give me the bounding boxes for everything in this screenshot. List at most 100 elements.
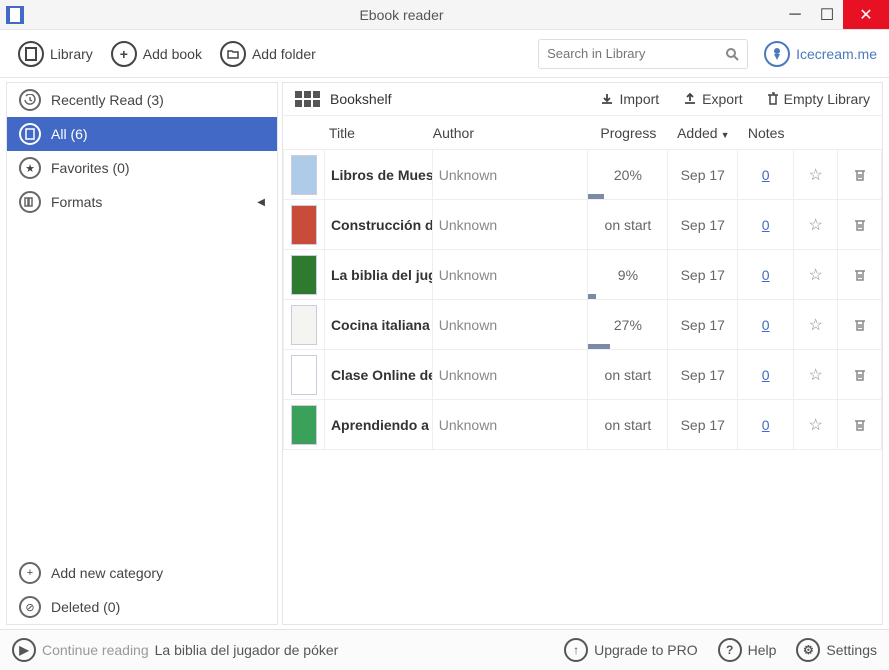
minimize-button[interactable]: ─ xyxy=(779,0,811,29)
content-panel: Bookshelf Import Export Empty Library Ti… xyxy=(282,82,883,625)
upgrade-button[interactable]: ↑ Upgrade to PRO xyxy=(564,638,698,662)
sidebar: Recently Read (3) All (6) ★ Favorites (0… xyxy=(6,82,278,625)
book-notes[interactable]: 0 xyxy=(738,350,794,400)
book-progress: on start xyxy=(588,200,668,250)
upload-icon xyxy=(683,92,697,106)
help-label: Help xyxy=(748,642,777,658)
sidebar-item-label: Recently Read (3) xyxy=(51,92,164,108)
library-button[interactable]: Library xyxy=(12,37,99,71)
settings-button[interactable]: ⚙ Settings xyxy=(796,638,877,662)
book-notes[interactable]: 0 xyxy=(738,200,794,250)
footer: ▶ Continue reading La biblia del jugador… xyxy=(0,630,889,670)
book-thumbnail[interactable] xyxy=(283,250,325,300)
book-added: Sep 17 xyxy=(668,350,738,400)
help-icon: ? xyxy=(718,638,742,662)
book-title[interactable]: Clase Online de xyxy=(325,350,433,400)
book-added: Sep 17 xyxy=(668,400,738,450)
col-notes[interactable]: Notes xyxy=(738,125,794,141)
play-icon: ▶ xyxy=(12,638,36,662)
book-author: Unknown xyxy=(433,150,589,200)
favorite-button[interactable]: ☆ xyxy=(794,200,838,250)
sidebar-item-recently-read[interactable]: Recently Read (3) xyxy=(7,83,277,117)
table-row[interactable]: Libros de MuesUnknown20%Sep 170☆ xyxy=(283,150,882,200)
add-folder-button[interactable]: Add folder xyxy=(214,37,322,71)
favorite-button[interactable]: ☆ xyxy=(794,300,838,350)
search-box[interactable] xyxy=(538,39,748,69)
favorite-button[interactable]: ☆ xyxy=(794,400,838,450)
table-body: Libros de MuesUnknown20%Sep 170☆Construc… xyxy=(283,150,882,450)
delete-button[interactable] xyxy=(838,150,882,200)
col-title[interactable]: Title xyxy=(325,125,433,141)
book-added: Sep 17 xyxy=(668,300,738,350)
search-icon[interactable] xyxy=(725,47,739,61)
toolbar: Library + Add book Add folder Icecream.m… xyxy=(0,30,889,78)
star-icon: ★ xyxy=(19,157,41,179)
book-thumbnail[interactable] xyxy=(283,150,325,200)
book-title[interactable]: La biblia del jug xyxy=(325,250,433,300)
title-bar: Ebook reader ─ ☐ ✕ xyxy=(0,0,889,30)
close-button[interactable]: ✕ xyxy=(843,0,889,29)
add-folder-label: Add folder xyxy=(252,46,316,62)
table-row[interactable]: Construcción deUnknownon startSep 170☆ xyxy=(283,200,882,250)
download-icon xyxy=(600,92,614,106)
book-notes[interactable]: 0 xyxy=(738,400,794,450)
table-row[interactable]: Cocina italianaUnknown27%Sep 170☆ xyxy=(283,300,882,350)
sidebar-item-favorites[interactable]: ★ Favorites (0) xyxy=(7,151,277,185)
favorite-button[interactable]: ☆ xyxy=(794,350,838,400)
trash-icon xyxy=(767,92,779,106)
search-input[interactable] xyxy=(547,46,725,61)
icecream-icon xyxy=(764,41,790,67)
sidebar-item-formats[interactable]: Formats ◀ xyxy=(7,185,277,219)
book-notes[interactable]: 0 xyxy=(738,250,794,300)
delete-button[interactable] xyxy=(838,300,882,350)
book-progress: 27% xyxy=(588,300,668,350)
book-title[interactable]: Construcción de xyxy=(325,200,433,250)
col-author[interactable]: Author xyxy=(433,125,589,141)
book-notes[interactable]: 0 xyxy=(738,300,794,350)
empty-library-button[interactable]: Empty Library xyxy=(767,91,870,107)
continue-reading-button[interactable]: ▶ Continue reading La biblia del jugador… xyxy=(12,638,338,662)
grid-view-icon[interactable] xyxy=(295,91,320,107)
window-title: Ebook reader xyxy=(24,7,779,23)
book-title[interactable]: Cocina italiana xyxy=(325,300,433,350)
delete-button[interactable] xyxy=(838,350,882,400)
book-thumbnail[interactable] xyxy=(283,400,325,450)
book-thumbnail[interactable] xyxy=(283,200,325,250)
delete-button[interactable] xyxy=(838,250,882,300)
sidebar-add-category[interactable]: + Add new category xyxy=(7,556,277,590)
book-thumbnail[interactable] xyxy=(283,350,325,400)
favorite-button[interactable]: ☆ xyxy=(794,150,838,200)
col-added[interactable]: Added▼ xyxy=(668,125,738,141)
book-added: Sep 17 xyxy=(668,250,738,300)
brand-link[interactable]: Icecream.me xyxy=(764,41,877,67)
brand-label: Icecream.me xyxy=(796,46,877,62)
book-title[interactable]: Aprendiendo a xyxy=(325,400,433,450)
book-author: Unknown xyxy=(433,250,589,300)
sidebar-item-all[interactable]: All (6) xyxy=(7,117,277,151)
book-icon xyxy=(18,41,44,67)
help-button[interactable]: ? Help xyxy=(718,638,777,662)
col-progress[interactable]: Progress xyxy=(588,125,668,141)
export-button[interactable]: Export xyxy=(683,91,742,107)
table-row[interactable]: Aprendiendo aUnknownon startSep 170☆ xyxy=(283,400,882,450)
delete-button[interactable] xyxy=(838,200,882,250)
book-title[interactable]: Libros de Mues xyxy=(325,150,433,200)
add-book-button[interactable]: + Add book xyxy=(105,37,208,71)
book-thumbnail[interactable] xyxy=(283,300,325,350)
delete-button[interactable] xyxy=(838,400,882,450)
settings-label: Settings xyxy=(826,642,877,658)
book-notes[interactable]: 0 xyxy=(738,150,794,200)
table-row[interactable]: La biblia del jugUnknown9%Sep 170☆ xyxy=(283,250,882,300)
window-controls: ─ ☐ ✕ xyxy=(779,0,889,29)
continue-title: La biblia del jugador de póker xyxy=(155,642,339,658)
table-header: Title Author Progress Added▼ Notes xyxy=(283,116,882,150)
favorite-button[interactable]: ☆ xyxy=(794,250,838,300)
table-row[interactable]: Clase Online deUnknownon startSep 170☆ xyxy=(283,350,882,400)
clock-icon xyxy=(19,89,41,111)
content-header: Bookshelf Import Export Empty Library xyxy=(283,83,882,116)
import-button[interactable]: Import xyxy=(600,91,659,107)
maximize-button[interactable]: ☐ xyxy=(811,0,843,29)
sidebar-item-deleted[interactable]: ⊘ Deleted (0) xyxy=(7,590,277,624)
book-progress: 20% xyxy=(588,150,668,200)
sidebar-item-label: Formats xyxy=(51,194,102,210)
